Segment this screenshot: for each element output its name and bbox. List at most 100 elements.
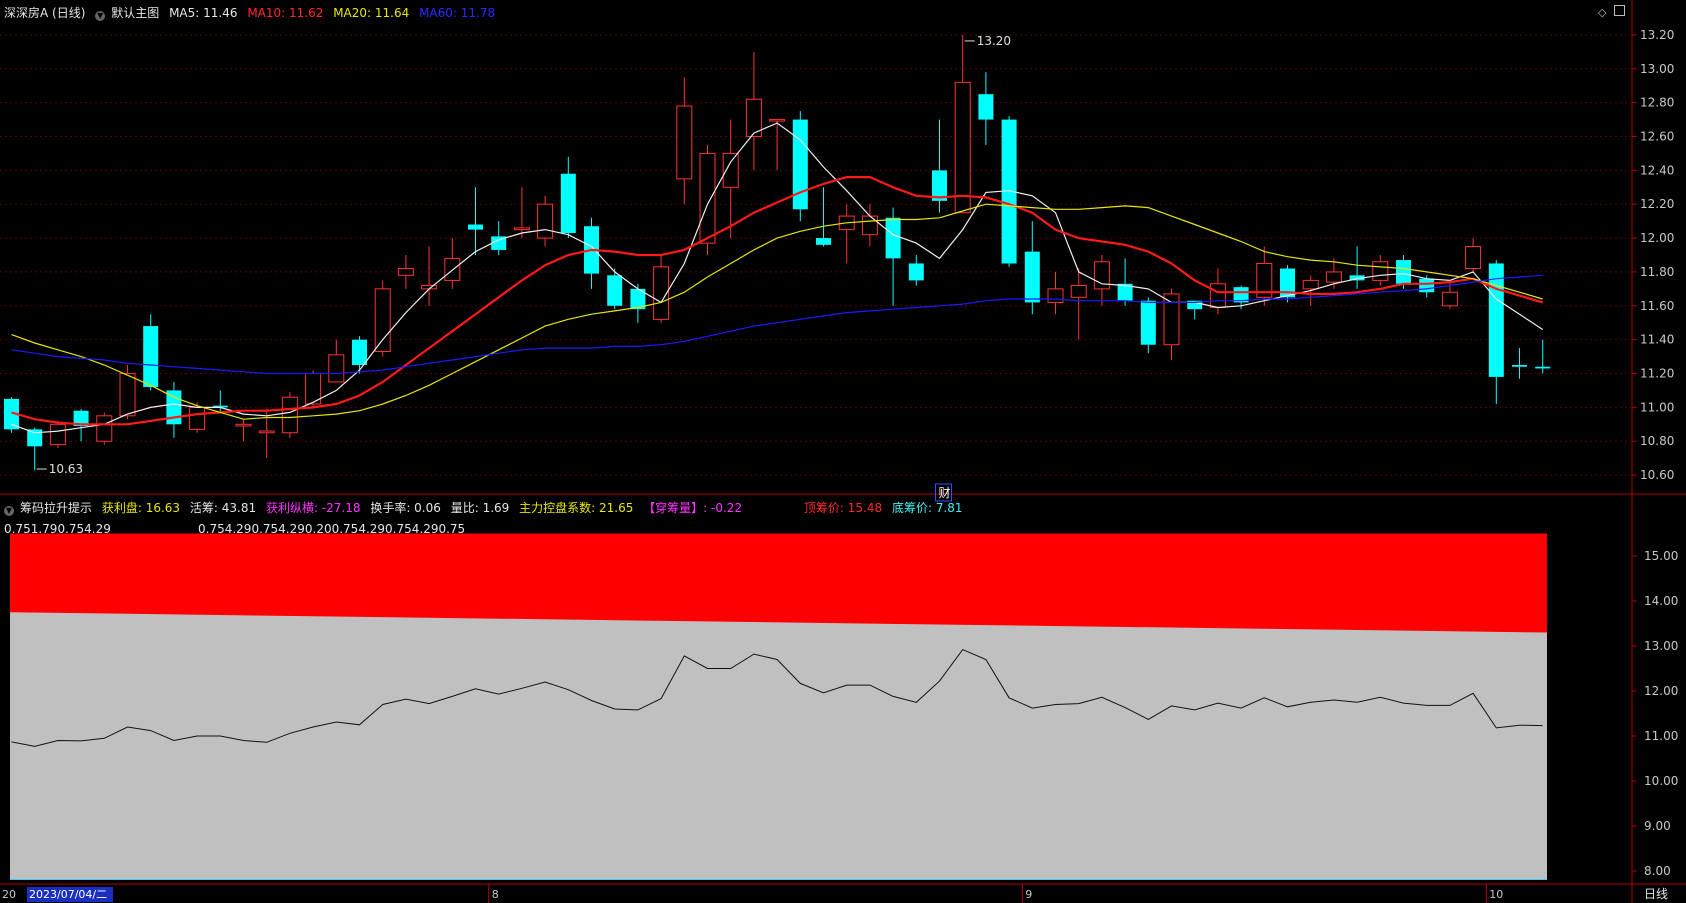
candle-body (143, 326, 159, 388)
candle (1256, 246, 1273, 306)
candle-body (1302, 279, 1319, 290)
candle (96, 412, 113, 445)
candle (258, 409, 275, 459)
candle-body (537, 203, 554, 239)
candle (1047, 271, 1064, 315)
candle (444, 238, 461, 289)
candle-body (468, 224, 483, 230)
candle (513, 187, 530, 239)
y-tick-label: 9.00 (1644, 819, 1671, 833)
candle (1372, 255, 1389, 286)
y-tick-label: 15.00 (1644, 549, 1678, 563)
candle (1070, 268, 1087, 340)
candle-body (1140, 300, 1156, 345)
candle (653, 255, 670, 323)
candle (560, 156, 576, 239)
candle (537, 195, 554, 247)
candle (1535, 339, 1551, 374)
candle-body (328, 354, 345, 383)
candle (352, 336, 367, 374)
candle (1093, 255, 1110, 306)
y-tick-label: 13.20 (1640, 28, 1674, 42)
candle-body (1325, 271, 1342, 283)
candle-body (1465, 246, 1482, 270)
candle-body (560, 173, 576, 233)
y-tick-label: 12.40 (1640, 163, 1674, 177)
candle (421, 246, 438, 306)
candle (978, 72, 994, 145)
candle-body (1070, 284, 1087, 298)
candle-body (352, 339, 367, 366)
candle (374, 280, 391, 357)
ma-line-ma10 (11, 176, 1544, 426)
candle-body (1535, 366, 1551, 369)
candle (630, 283, 646, 323)
candle (932, 119, 947, 213)
candle-body (1441, 291, 1458, 307)
candle-body (861, 215, 878, 236)
candle-body (908, 263, 924, 281)
candle (676, 77, 693, 205)
y-tick-label: 12.00 (1640, 231, 1674, 245)
candle-body (1024, 251, 1040, 303)
candle-body (119, 373, 136, 417)
y-tick-label: 12.80 (1640, 96, 1674, 110)
candle-body (374, 288, 391, 352)
candle-body (1209, 283, 1226, 308)
candle-body (397, 268, 414, 276)
y-tick-label: 13.00 (1640, 62, 1674, 76)
candle-body (607, 275, 623, 306)
candle-body (1093, 261, 1110, 290)
candle-body (258, 430, 275, 434)
candle-body (96, 415, 113, 442)
candle (722, 119, 739, 239)
candle-body (444, 257, 461, 281)
candle-body (49, 423, 66, 446)
candle (27, 427, 43, 470)
y-tick-label: 10.80 (1640, 434, 1674, 448)
y-tick-label: 13.00 (1644, 639, 1678, 653)
y-tick-label: 11.40 (1640, 333, 1674, 347)
month-label: 10 (1489, 888, 1503, 901)
candle (954, 34, 971, 214)
candle-body (281, 396, 298, 434)
candle-body (769, 119, 786, 122)
date-prefix: 20 (2, 888, 16, 901)
chart-svg: 10.60 10.80 11.00 11.20 11.40 11.60 11.80 12.00… (0, 0, 1686, 903)
candle-body (885, 217, 901, 259)
candle-body (189, 406, 206, 430)
y-tick-label: 8.00 (1644, 864, 1671, 878)
candle (816, 187, 831, 247)
y-tick-label: 14.00 (1644, 594, 1678, 608)
candle (584, 217, 599, 289)
date-cursor: 2023/07/04/二 (29, 888, 107, 901)
candle (235, 419, 252, 442)
candle (838, 204, 855, 264)
candle-body (954, 81, 971, 214)
candle (143, 314, 159, 391)
candle (607, 268, 623, 310)
candle (792, 111, 808, 222)
month-label: 8 (492, 888, 499, 901)
y-tick-label: 11.00 (1640, 400, 1674, 414)
candle (468, 187, 483, 255)
candle (1117, 258, 1133, 306)
candle (885, 207, 901, 306)
candle (1465, 238, 1482, 272)
candle (1349, 246, 1365, 289)
y-tick-label: 11.20 (1640, 367, 1674, 381)
ma-line-ma20 (11, 203, 1543, 420)
candle-body (699, 152, 716, 244)
y-tick-label: 11.60 (1640, 299, 1674, 313)
y-tick-label: 10.00 (1644, 774, 1678, 788)
candle (745, 51, 762, 171)
chart-window: 深深房A (日线) ▼ 默认主图 MA5: 11.46 MA10: 11.62 M… (0, 0, 1686, 903)
month-label: 9 (1025, 888, 1032, 901)
candle-body (1396, 260, 1411, 284)
candle (397, 255, 414, 289)
candle-body (1419, 278, 1435, 293)
candle (908, 255, 924, 286)
candle-body (1163, 293, 1180, 346)
candle (1140, 297, 1156, 354)
y-tick-label: 12.60 (1640, 130, 1674, 144)
